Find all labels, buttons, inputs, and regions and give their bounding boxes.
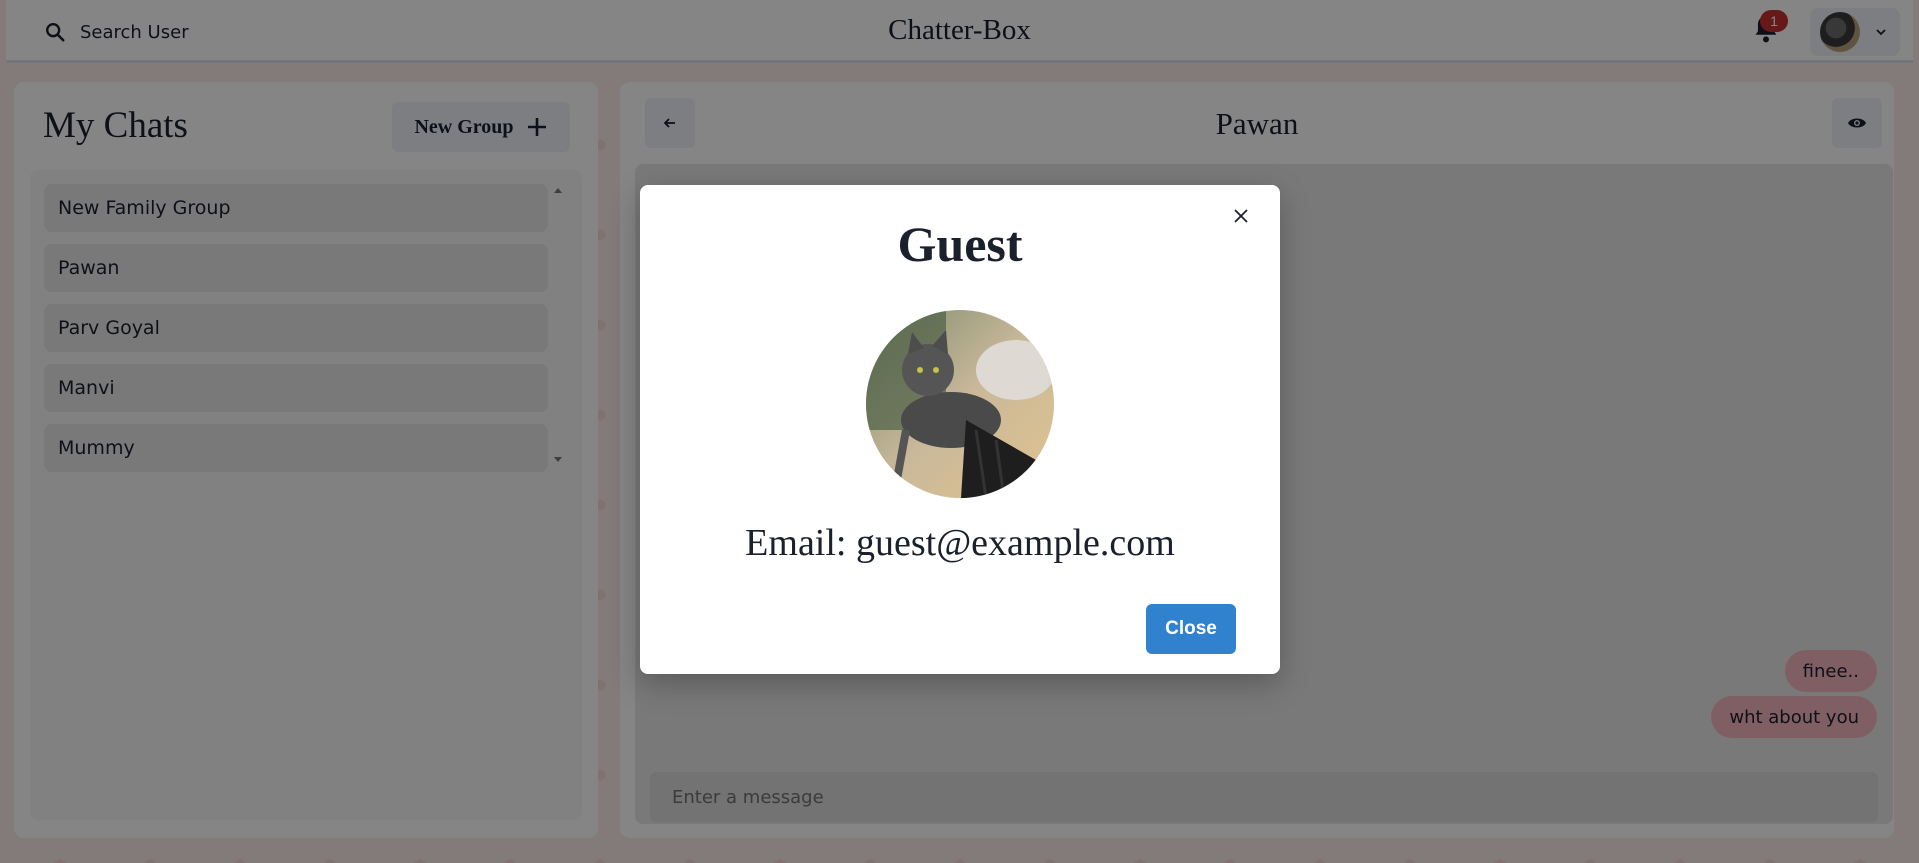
modal-close-x-button[interactable]: [1225, 200, 1257, 232]
profile-modal: Guest Email: guest@example.com Close: [640, 185, 1280, 674]
close-button[interactable]: Close: [1146, 604, 1236, 654]
email-text: Email: guest@example.com: [745, 522, 1175, 564]
profile-picture: [866, 310, 1054, 498]
close-icon: [1234, 209, 1248, 223]
modal-title: Guest: [897, 216, 1023, 272]
